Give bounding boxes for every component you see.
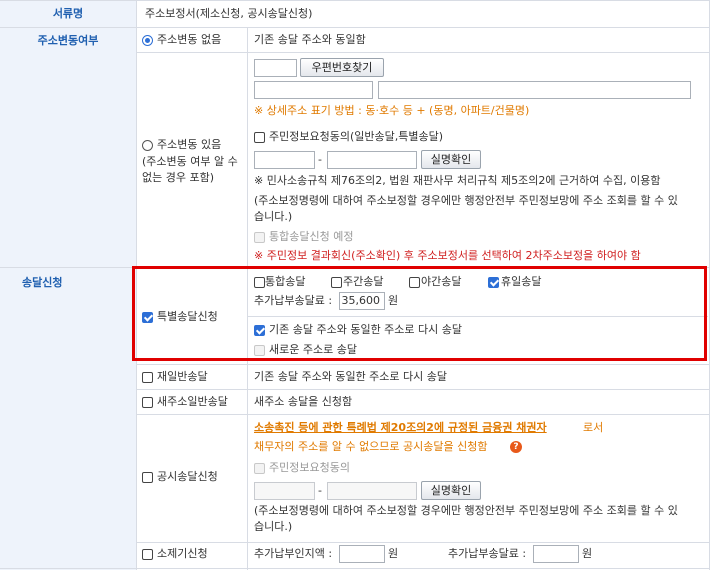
filing-fee-input[interactable] [533,545,579,563]
resend-desc: 기존 송달 주소와 동일한 주소로 다시 송달 [254,370,448,383]
combined-delivery-checkbox[interactable] [254,277,265,288]
no-change-desc: 기존 송달 주소와 동일함 [254,33,366,46]
address-field[interactable] [254,81,373,99]
stamp-fee-input[interactable] [339,545,385,563]
resend-checkbox[interactable] [142,372,153,383]
doc-type-label: 서류명 [52,7,84,20]
gov-note-line2: 습니다.) [254,210,293,223]
public-notice-checkbox[interactable] [142,472,153,483]
resident-number-back[interactable] [327,151,417,169]
law-note: ※ 민사소송규칙 제76조의2, 법원 재판사무 처리규칙 제5조의2에 근거하… [254,174,661,187]
change-label: 주소변동 있음 [157,138,222,151]
combined-delivery-label: 통합송달 [265,275,306,288]
resend-label: 재일반송달 [157,370,208,383]
special-act-link[interactable]: 소송촉진 등에 관한 특례법 제20조의2에 규정된 금융권 채권자 [254,421,547,435]
night-delivery-checkbox[interactable] [409,277,420,288]
no-change-label: 주소변동 없음 [157,33,222,46]
resident-number-front[interactable] [254,151,315,169]
public-notice-label: 공시송달신청 [157,470,218,483]
doc-type-value: 주소보정서(제소신청, 공시송달신청) [145,7,313,20]
combined-service-checkbox[interactable] [254,232,265,243]
no-change-radio[interactable] [142,35,153,46]
resident-info-consent-checkbox[interactable] [254,132,265,143]
public-gov-note-line2: 습니다.) [254,520,293,533]
second-correction-warning: ※ 주민정보 결과회신(주소확인) 후 주소보정서를 선택하여 2차주소보정을 … [254,249,641,262]
lawsuit-filing-checkbox[interactable] [142,549,153,560]
same-address-label: 기존 송달 주소와 동일한 주소로 다시 송달 [269,323,463,336]
zipcode-field[interactable] [254,59,297,77]
new-general-label: 새주소일반송달 [157,395,228,408]
extra-fee-input[interactable]: 35,600 [339,292,385,310]
new-general-checkbox[interactable] [142,397,153,408]
special-act-suffix: 로서 [583,421,604,434]
combined-service-label: 통합송달신청 예정 [269,230,354,243]
filing-fee-label: 추가납부송달료 : [448,547,527,560]
change-sub2: 없는 경우 포함) [142,171,215,184]
public-notice-desc: 채무자의 주소를 알 수 없으므로 공시송달을 신청함 [254,440,488,453]
service-label: 송달신청 [22,276,63,289]
special-service-label: 특별송달신청 [157,310,218,323]
holiday-delivery-checkbox[interactable] [488,277,499,288]
new-general-desc: 새주소 송달을 신청함 [254,395,353,408]
stamp-fee-label: 추가납부인지액 : [254,547,333,560]
public-resident-number-back[interactable] [327,482,417,500]
same-address-checkbox[interactable] [254,325,265,336]
holiday-delivery-label: 휴일송달 [501,275,542,288]
special-service-checkbox[interactable] [142,312,153,323]
new-address-checkbox[interactable] [254,345,265,356]
extra-fee-label: 추가납부송달료 : [254,294,333,307]
filing-fee-unit: 원 [582,547,593,560]
addr-change-label: 주소변동여부 [37,34,99,47]
stamp-fee-unit: 원 [388,547,399,560]
night-delivery-label: 야간송달 [421,275,462,288]
help-icon[interactable]: ? [510,441,522,453]
verify-name-button[interactable]: 실명확인 [421,150,481,169]
public-resident-number-front[interactable] [254,482,315,500]
extra-fee-unit: 원 [388,294,399,307]
public-verify-name-button[interactable]: 실명확인 [421,481,481,500]
gov-note-line1: (주소보정명령에 대하여 주소보정할 경우에만 행정안전부 주민정보망에 주소 … [254,194,678,207]
header-column [0,0,136,570]
dash: - [318,153,322,166]
change-sub1: (주소변동 여부 알 수 [142,155,238,168]
new-address-label: 새로운 주소로 송달 [269,343,357,356]
public-dash: - [318,484,322,497]
public-gov-note-line1: (주소보정명령에 대하여 주소보정할 경우에만 행정안전부 주민정보망에 주소 … [254,504,678,517]
address-detail-field[interactable] [378,81,691,99]
public-consent-label: 주민정보요청동의 [269,461,350,474]
public-consent-checkbox[interactable] [254,463,265,474]
resident-info-consent-label: 주민정보요청동의(일반송달,특별송달) [269,130,443,143]
daytime-delivery-label: 주간송달 [343,275,384,288]
daytime-delivery-checkbox[interactable] [331,277,342,288]
address-format-note: ※ 상세주소 표기 방법 : 동·호수 등 + (동명, 아파트/건물명) [254,104,530,117]
change-radio[interactable] [142,140,153,151]
zip-search-button[interactable]: 우편번호찾기 [300,58,384,77]
lawsuit-filing-label: 소제기신청 [157,547,208,560]
